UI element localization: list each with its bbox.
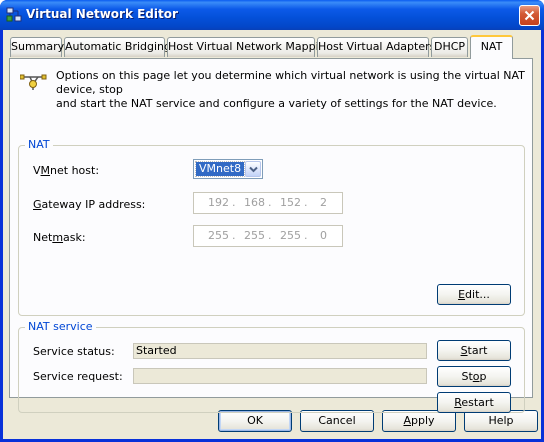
description-line-2: and start the NAT service and configure …: [56, 97, 497, 110]
nat-group-legend: NAT: [25, 138, 53, 151]
nat-service-group: NAT service Service status: Started Serv…: [18, 320, 525, 413]
window-title: Virtual Network Editor: [26, 7, 178, 21]
service-request-label: Service request:: [33, 370, 123, 383]
service-status-label: Service status:: [33, 345, 115, 358]
nat-group: NAT VMnet host: VMnet8 Gateway IP addres…: [18, 138, 525, 316]
virtual-network-editor-window: Virtual Network Editor Summary Automatic…: [0, 0, 544, 442]
nat-description: Options on this page let you determine w…: [56, 69, 526, 111]
gateway-ip-label: Gateway IP address:: [33, 198, 146, 211]
vmnet-host-label: VMnet host:: [33, 164, 100, 177]
tab-nat[interactable]: NAT: [470, 35, 513, 59]
dialog-client-area: Summary Automatic Bridging Host Virtual …: [3, 30, 541, 439]
vmnet-host-value: VMnet8: [194, 161, 246, 177]
edit-button[interactable]: Edit...: [437, 284, 511, 305]
tab-summary[interactable]: Summary: [10, 37, 64, 57]
gateway-octet-4: 2: [320, 196, 327, 209]
service-request-value: [133, 368, 427, 384]
description-line-1: Options on this page let you determine w…: [56, 69, 525, 96]
apply-button[interactable]: Apply: [382, 410, 456, 432]
close-icon: [524, 10, 535, 21]
nat-service-legend: NAT service: [25, 320, 96, 333]
help-button[interactable]: Help: [464, 410, 538, 432]
netmask-octet-4: 0: [320, 229, 327, 242]
restart-button[interactable]: Restart: [437, 392, 511, 413]
gateway-ip-field: 192 . 168 . 152 . 2: [193, 192, 343, 214]
gateway-octet-1: 192: [208, 196, 229, 209]
service-status-value: Started: [133, 343, 427, 359]
gateway-octet-3: 152: [280, 196, 301, 209]
netmask-octet-1: 255: [208, 229, 229, 242]
dropdown-button[interactable]: [245, 161, 261, 177]
network-connector-icon: [19, 69, 48, 96]
chevron-down-icon: [249, 166, 258, 173]
tab-dhcp[interactable]: DHCP: [431, 37, 468, 57]
tab-host-virtual-network-mapping[interactable]: Host Virtual Network Mapping: [167, 37, 333, 57]
stop-button[interactable]: Stop: [437, 366, 511, 387]
title-bar[interactable]: Virtual Network Editor: [0, 0, 544, 30]
nat-tab-panel: Options on this page let you determine w…: [9, 58, 533, 413]
gateway-octet-2: 168: [244, 196, 265, 209]
netmask-label: Netmask:: [33, 231, 86, 244]
netmask-field: 255 . 255 . 255 . 0: [193, 225, 343, 247]
tab-automatic-bridging[interactable]: Automatic Bridging: [64, 37, 171, 57]
network-editor-icon: [6, 7, 22, 23]
tab-host-virtual-adapters[interactable]: Host Virtual Adapters: [317, 37, 435, 57]
vmnet-host-select[interactable]: VMnet8: [193, 159, 263, 179]
close-button[interactable]: [519, 5, 540, 26]
start-button[interactable]: Start: [437, 340, 511, 361]
ok-button[interactable]: OK: [218, 410, 292, 432]
netmask-octet-3: 255: [280, 229, 301, 242]
cancel-button[interactable]: Cancel: [300, 410, 374, 432]
netmask-octet-2: 255: [244, 229, 265, 242]
